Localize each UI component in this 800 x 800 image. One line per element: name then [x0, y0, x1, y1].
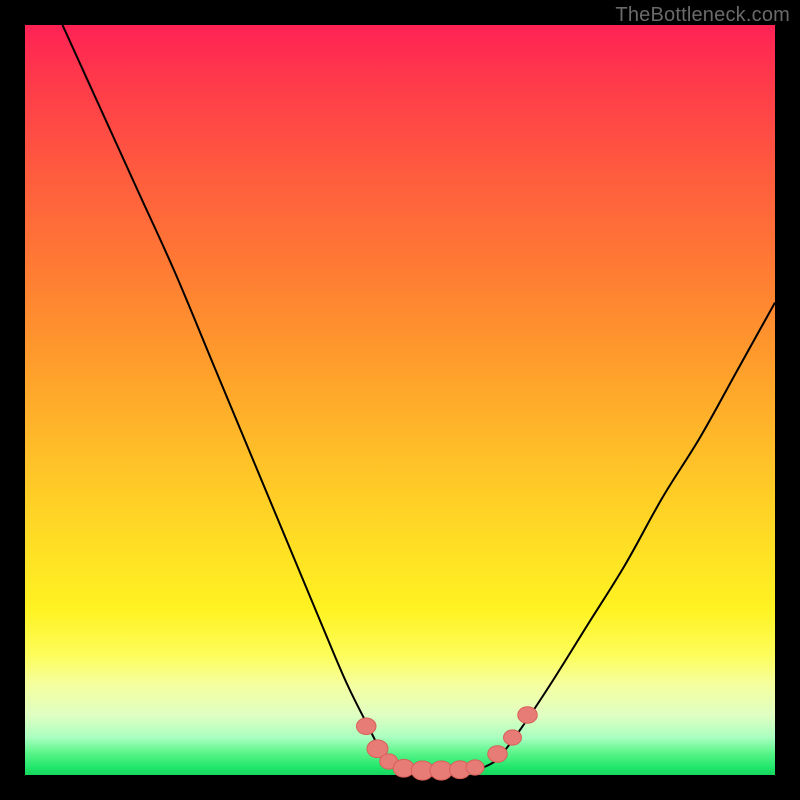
- highlight-marker: [504, 730, 522, 745]
- highlight-marker: [488, 746, 508, 763]
- highlight-marker: [466, 760, 484, 775]
- highlighted-points-group: [357, 707, 538, 780]
- highlight-marker: [518, 707, 538, 724]
- highlight-marker: [357, 718, 377, 735]
- curve-left-branch: [63, 25, 386, 760]
- curve-right-branch: [498, 303, 776, 761]
- chart-frame: TheBottleneck.com: [0, 0, 800, 800]
- watermark-text: TheBottleneck.com: [615, 4, 790, 27]
- chart-svg: [25, 25, 775, 775]
